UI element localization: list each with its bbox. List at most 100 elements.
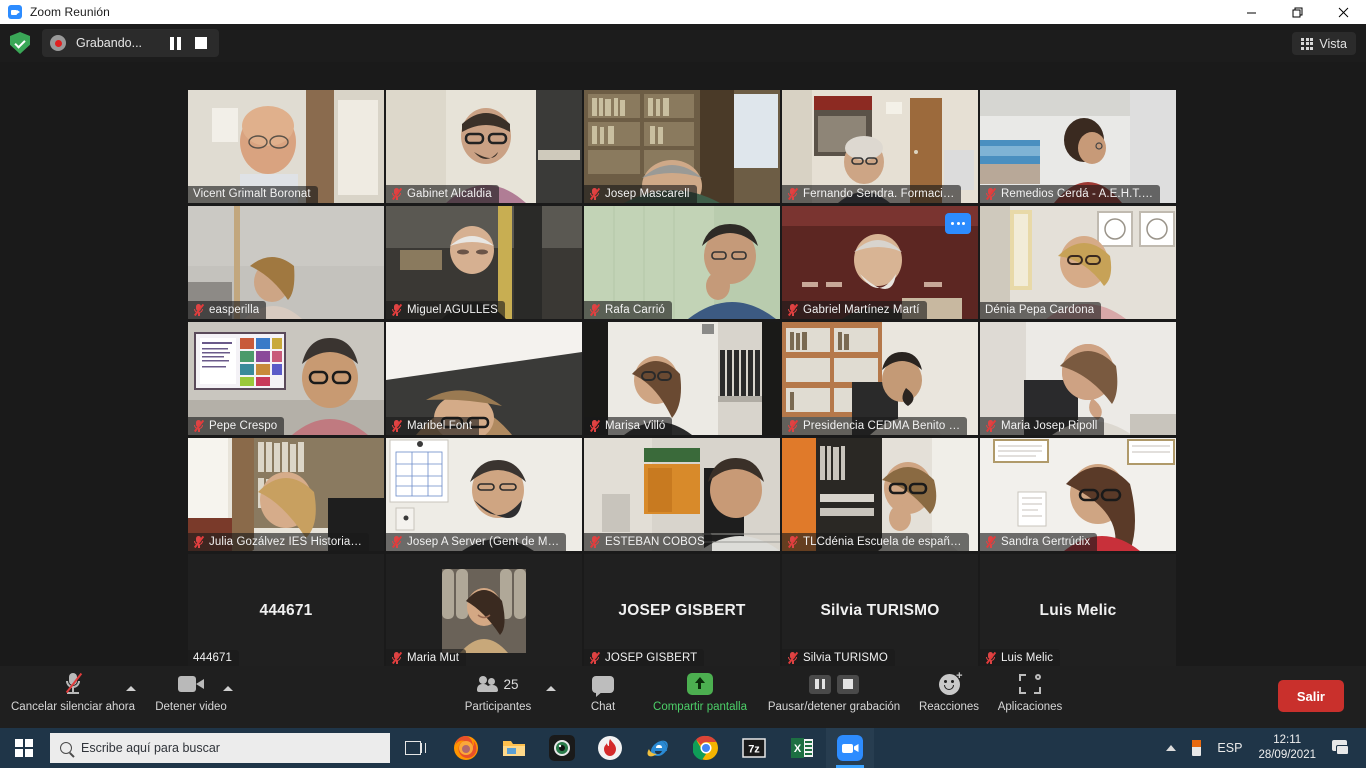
taskbar-app-camera[interactable] <box>538 728 586 768</box>
stop-video-button-label: Detener video <box>155 701 227 713</box>
notification-icon[interactable] <box>1324 728 1358 768</box>
participant-name: 444671 <box>193 652 232 664</box>
taskbar-app-excel[interactable]: X <box>778 728 826 768</box>
participant-tile[interactable]: Maria Josep Ripoll <box>980 322 1176 435</box>
search-input[interactable]: Escribe aquí para buscar <box>50 733 390 763</box>
reactions-button[interactable]: + Reacciones <box>913 670 985 724</box>
window-title: Zoom Reunión <box>30 5 110 19</box>
participant-tile[interactable]: Sandra Gertrúdix <box>980 438 1176 551</box>
participant-name: Marisa Villó <box>605 419 666 432</box>
close-button[interactable] <box>1320 0 1366 24</box>
participant-gallery: Vicent Grimalt Boronat Gabinet Alcaldia <box>188 90 1178 667</box>
reactions-button-label: Reacciones <box>918 701 980 713</box>
shield-check-icon[interactable] <box>10 32 30 54</box>
stop-icon[interactable] <box>195 36 208 49</box>
stop-video-button[interactable]: Detener video <box>155 670 227 724</box>
participant-tile[interactable]: 444671 444671 <box>188 554 384 667</box>
microphone-muted-icon <box>589 535 601 548</box>
participant-tile[interactable]: Presidencia CEDMA Benito … <box>782 322 978 435</box>
participant-tile[interactable]: Julia Gozálvez IES Historia… <box>188 438 384 551</box>
taskbar-app-chrome[interactable] <box>682 728 730 768</box>
participant-name-badge: Rafa Carrió <box>584 301 672 319</box>
microphone-muted-icon <box>193 419 205 432</box>
participant-tile[interactable]: Gabinet Alcaldia <box>386 90 582 203</box>
view-button[interactable]: Vista <box>1292 32 1356 55</box>
participant-name-badge: Maria Josep Ripoll <box>980 417 1105 435</box>
leave-meeting-button[interactable]: Salir <box>1277 680 1344 712</box>
participant-tile[interactable]: Josep A Server (Gent de M… <box>386 438 582 551</box>
microphone-muted-icon <box>787 419 799 432</box>
microphone-muted-icon <box>985 419 997 432</box>
participant-name-badge: Marisa Villó <box>584 417 673 435</box>
restore-button[interactable] <box>1274 0 1320 24</box>
participant-tile[interactable]: Remedios Cerdá - A.E.H.T.… <box>980 90 1176 203</box>
microphone-muted-icon <box>193 535 205 548</box>
participant-name-badge: Maribel Font <box>386 417 480 435</box>
taskbar-app-internet-explorer[interactable] <box>634 728 682 768</box>
participants-button[interactable]: 25 Participantes <box>465 670 531 724</box>
internet-explorer-icon <box>647 740 668 757</box>
taskbar-app-file-explorer[interactable] <box>490 728 538 768</box>
participant-tile[interactable]: Vicent Grimalt Boronat <box>188 90 384 203</box>
pause-stop-recording-button[interactable]: Pausar/detener grabación <box>760 670 908 724</box>
apps-button[interactable]: Aplicaciones <box>988 670 1072 724</box>
participant-tile[interactable]: Luis Melic Luis Melic <box>980 554 1176 667</box>
microphone-muted-icon <box>787 303 799 316</box>
participant-tile[interactable]: Rafa Carrió <box>584 206 780 319</box>
taskbar-app-flame[interactable] <box>586 728 634 768</box>
participant-name: Rafa Carrió <box>605 303 665 316</box>
7zip-icon: 7z <box>742 738 766 758</box>
participant-tile[interactable]: TLCdénia Escuela de españ… <box>782 438 978 551</box>
participant-name-badge: Gabinet Alcaldia <box>386 185 499 203</box>
participant-tile[interactable]: ESTEBAN COBOS <box>584 438 780 551</box>
participant-tile[interactable]: Josep Mascarell <box>584 90 780 203</box>
participant-tile[interactable]: Pepe Crespo <box>188 322 384 435</box>
participant-tile[interactable]: Fernando Sendra. Formaci… <box>782 90 978 203</box>
participant-tile[interactable]: easperilla <box>188 206 384 319</box>
pause-icon[interactable] <box>170 36 182 50</box>
participants-options-chevron-icon[interactable] <box>546 686 556 691</box>
participant-name-badge: Dénia Pepa Cardona <box>980 302 1102 319</box>
participant-tile[interactable]: Gabriel Martínez Martí <box>782 206 978 319</box>
participant-tile[interactable]: Dénia Pepa Cardona <box>980 206 1176 319</box>
participant-name: Gabinet Alcaldia <box>407 187 492 200</box>
chat-button[interactable]: Chat <box>581 670 625 724</box>
participant-name-badge: JOSEP GISBERT <box>584 649 705 667</box>
participant-tile[interactable]: Maribel Font <box>386 322 582 435</box>
window-title-bar: Zoom Reunión <box>0 0 1366 24</box>
participant-tile[interactable]: JOSEP GISBERT JOSEP GISBERT <box>584 554 780 667</box>
camera-app-icon <box>549 735 575 761</box>
avatar <box>442 568 526 653</box>
participant-name: Maria Josep Ripoll <box>1001 419 1098 432</box>
more-options-button[interactable] <box>945 213 971 234</box>
share-screen-button[interactable]: Compartir pantalla <box>643 670 757 724</box>
participant-name: Remedios Cerdá - A.E.H.T.… <box>1001 187 1154 200</box>
mute-button[interactable]: Cancelar silenciar ahora <box>11 670 135 724</box>
participant-tile[interactable]: Maria Mut <box>386 554 582 667</box>
language-label: ESP <box>1217 741 1243 755</box>
audio-options-chevron-icon[interactable] <box>126 686 136 691</box>
share-screen-icon <box>687 670 713 698</box>
participant-name: Maribel Font <box>407 419 473 432</box>
microphone-muted-icon <box>64 670 83 698</box>
participant-tile[interactable]: Marisa Villó <box>584 322 780 435</box>
microphone-muted-icon <box>589 419 601 432</box>
task-view-icon[interactable] <box>390 728 436 768</box>
battery-icon[interactable] <box>1184 728 1209 768</box>
participant-name-badge: Gabriel Martínez Martí <box>782 301 927 319</box>
search-placeholder: Escribe aquí para buscar <box>81 741 220 755</box>
participant-name-badge: 444671 <box>188 650 239 667</box>
language-indicator[interactable]: ESP <box>1209 728 1250 768</box>
chevron-up-icon[interactable] <box>1158 728 1184 768</box>
participant-tile[interactable]: Silvia TURISMO Silvia TURISMO <box>782 554 978 667</box>
taskbar-app-7zip[interactable]: 7z <box>730 728 778 768</box>
windows-start-icon[interactable] <box>0 728 48 768</box>
participant-name: Gabriel Martínez Martí <box>803 303 920 316</box>
taskbar-app-firefox[interactable] <box>442 728 490 768</box>
minimize-button[interactable] <box>1228 0 1274 24</box>
participant-tile[interactable]: Miguel AGULLES <box>386 206 582 319</box>
video-options-chevron-icon[interactable] <box>223 686 233 691</box>
clock[interactable]: 12:11 28/09/2021 <box>1250 733 1324 763</box>
taskbar-app-zoom[interactable] <box>826 728 874 768</box>
participant-name-badge: Josep Mascarell <box>584 185 697 203</box>
